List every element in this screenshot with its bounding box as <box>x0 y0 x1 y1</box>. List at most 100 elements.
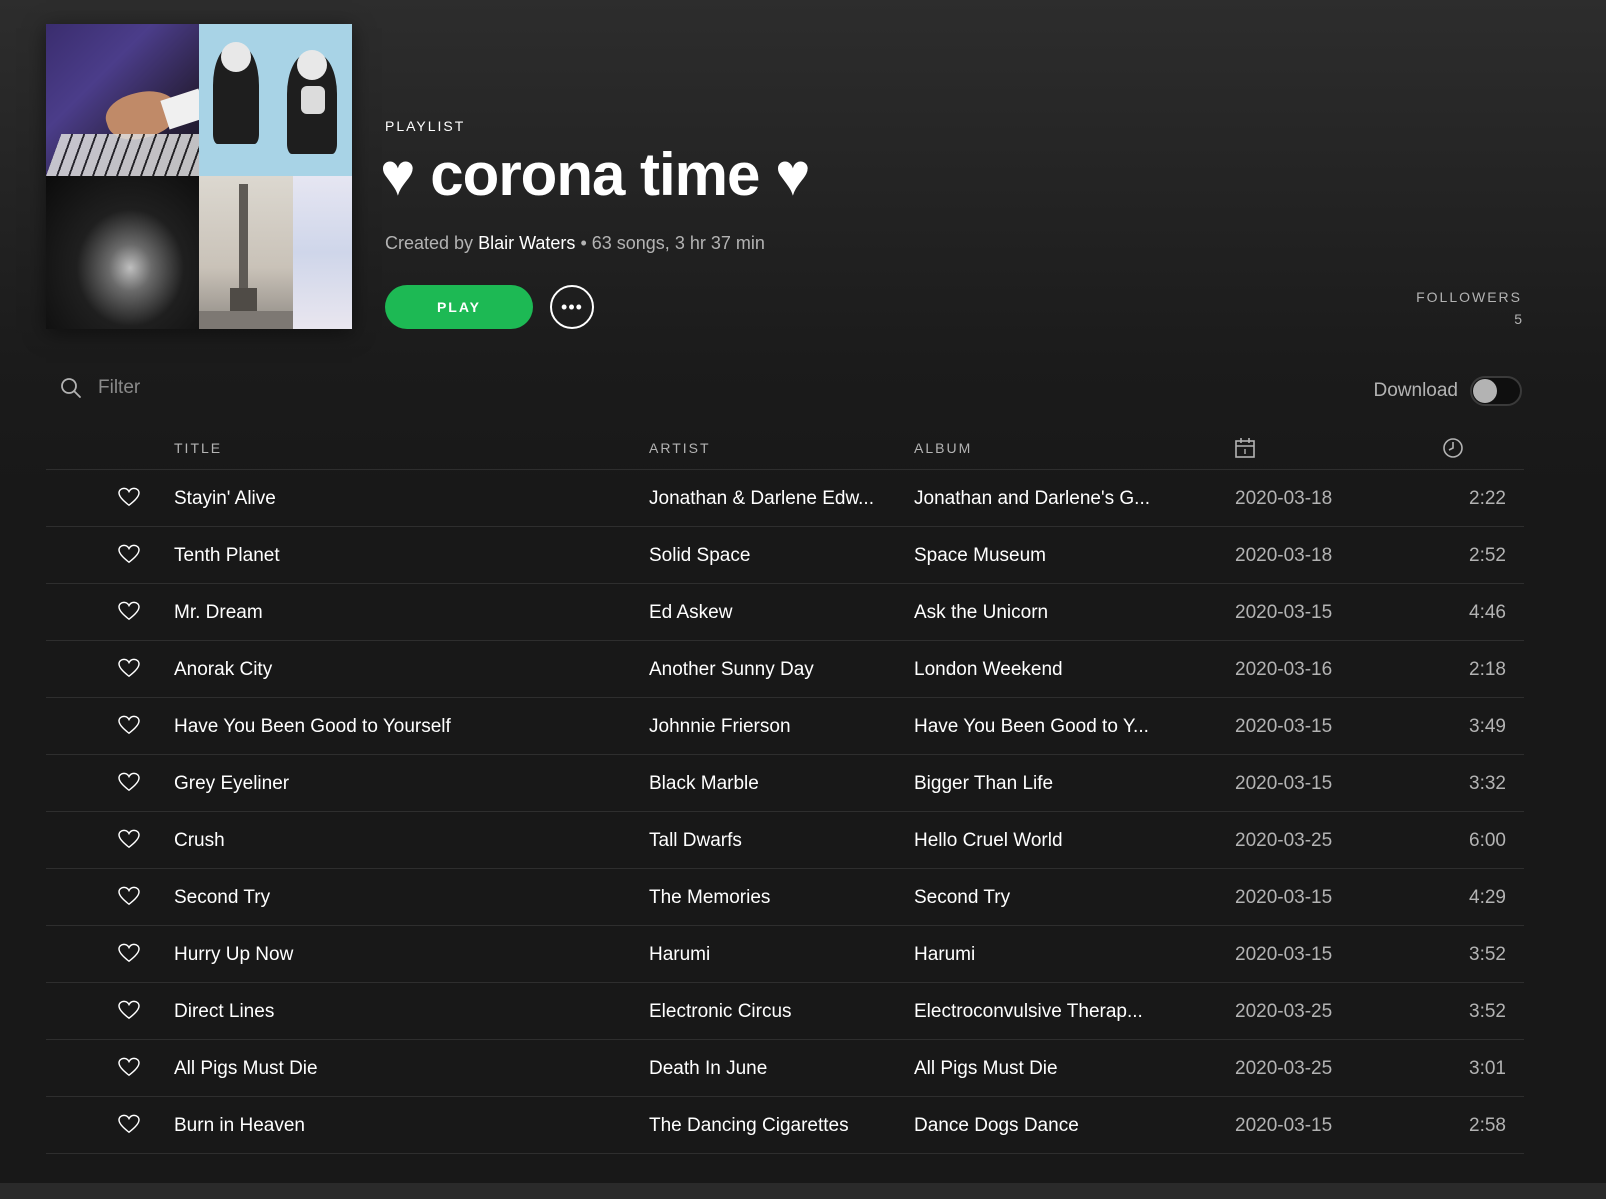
track-artist[interactable]: Jonathan & Darlene Edw... <box>649 488 894 510</box>
table-row[interactable]: Anorak City Another Sunny Day London Weeke… <box>46 641 1524 698</box>
track-date-added: 2020-03-15 <box>1235 1115 1333 1136</box>
table-row[interactable]: Burn in Heaven The Dancing Cigarettes Danc… <box>46 1097 1524 1154</box>
track-date-added: 2020-03-15 <box>1235 602 1333 623</box>
heart-icon[interactable] <box>118 886 140 906</box>
cover-tile-ed-askew <box>46 176 199 329</box>
track-artist[interactable]: Solid Space <box>649 545 894 567</box>
track-duration: 2:58 <box>1469 1115 1506 1136</box>
track-album[interactable]: London Weekend <box>914 659 1169 681</box>
track-album[interactable]: Dance Dogs Dance <box>914 1115 1169 1137</box>
table-row[interactable]: Stayin' Alive Jonathan & Darlene Edw... Jo… <box>46 470 1524 527</box>
track-artist[interactable]: Black Marble <box>649 773 894 795</box>
heart-icon[interactable] <box>118 772 140 792</box>
track-album[interactable]: Bigger Than Life <box>914 773 1169 795</box>
track-album[interactable]: Hello Cruel World <box>914 830 1169 852</box>
track-album[interactable]: Harumi <box>914 944 1169 966</box>
table-header: TITLE ARTIST ALBUM <box>46 430 1524 470</box>
track-album[interactable]: Jonathan and Darlene's G... <box>914 488 1169 510</box>
track-title: Tenth Planet <box>174 545 280 566</box>
table-row[interactable]: Have You Been Good to Yourself Johnnie Fr… <box>46 698 1524 755</box>
track-date-added: 2020-03-18 <box>1235 545 1333 566</box>
track-album[interactable]: Space Museum <box>914 545 1169 567</box>
column-header-title[interactable]: TITLE <box>174 440 222 456</box>
table-row[interactable]: All Pigs Must Die Death In June All Pigs M… <box>46 1040 1524 1097</box>
track-artist[interactable]: Electronic Circus <box>649 1001 894 1023</box>
table-row[interactable]: Direct Lines Electronic Circus Electroconv… <box>46 983 1524 1040</box>
heart-icon[interactable] <box>118 829 140 849</box>
heart-icon[interactable] <box>118 544 140 564</box>
heart-icon[interactable] <box>118 715 140 735</box>
track-date-added: 2020-03-16 <box>1235 659 1333 680</box>
cover-tile-greatest-hits <box>46 24 199 176</box>
followers-label: FOLLOWERS <box>1416 289 1522 305</box>
table-row[interactable]: Grey Eyeliner Black Marble Bigger Than Lif… <box>46 755 1524 812</box>
table-row[interactable]: Hurry Up Now Harumi Harumi 2020-03-15 3:52 <box>46 926 1524 983</box>
track-list: Stayin' Alive Jonathan & Darlene Edw... Jo… <box>46 470 1524 1154</box>
download-toggle[interactable] <box>1470 376 1522 406</box>
track-artist[interactable]: Johnnie Frierson <box>649 716 894 738</box>
download-label: Download <box>1373 380 1459 401</box>
track-duration: 4:29 <box>1469 887 1506 908</box>
column-header-album[interactable]: ALBUM <box>914 440 972 456</box>
playlist-page: PLAYLIST ♥ corona time ♥ Created by Blai… <box>0 0 1606 1199</box>
track-duration: 3:49 <box>1469 716 1506 737</box>
track-title: Hurry Up Now <box>174 944 294 965</box>
track-date-added: 2020-03-25 <box>1235 1058 1333 1079</box>
track-album[interactable]: Ask the Unicorn <box>914 602 1169 624</box>
more-options-button[interactable]: ••• <box>550 285 594 329</box>
track-artist[interactable]: The Dancing Cigarettes <box>649 1115 894 1137</box>
heart-icon[interactable] <box>118 943 140 963</box>
calendar-icon[interactable] <box>1234 437 1256 459</box>
track-date-added: 2020-03-15 <box>1235 887 1333 908</box>
heart-icon[interactable] <box>118 658 140 678</box>
column-header-artist[interactable]: ARTIST <box>649 440 711 456</box>
table-row[interactable]: Crush Tall Dwarfs Hello Cruel World 2020-03… <box>46 812 1524 869</box>
heart-icon[interactable] <box>118 1000 140 1020</box>
track-title: Grey Eyeliner <box>174 773 290 794</box>
track-title: Anorak City <box>174 659 273 680</box>
filter-input[interactable] <box>96 376 400 400</box>
track-album[interactable]: All Pigs Must Die <box>914 1058 1169 1080</box>
playlist-meta: Created by Blair Waters • 63 songs, 3 hr… <box>385 233 765 254</box>
track-artist[interactable]: Death In June <box>649 1058 894 1080</box>
bottom-bar <box>0 1183 1606 1199</box>
track-date-added: 2020-03-15 <box>1235 944 1333 965</box>
table-row[interactable]: Mr. Dream Ed Askew Ask the Unicorn 2020-03-… <box>46 584 1524 641</box>
owner-link[interactable]: Blair Waters <box>478 233 575 253</box>
track-date-added: 2020-03-15 <box>1235 716 1333 737</box>
track-title: Direct Lines <box>174 1001 275 1022</box>
heart-icon[interactable] <box>118 1057 140 1077</box>
playlist-stats: • 63 songs, 3 hr 37 min <box>580 233 765 253</box>
track-artist[interactable]: Tall Dwarfs <box>649 830 894 852</box>
track-date-added: 2020-03-25 <box>1235 830 1333 851</box>
track-artist[interactable]: The Memories <box>649 887 894 909</box>
followers-count: 5 <box>1514 311 1522 327</box>
table-row[interactable]: Second Try The Memories Second Try 2020-03-… <box>46 869 1524 926</box>
track-title: Mr. Dream <box>174 602 263 623</box>
track-artist[interactable]: Harumi <box>649 944 894 966</box>
track-duration: 3:32 <box>1469 773 1506 794</box>
heart-icon[interactable] <box>118 601 140 621</box>
track-artist[interactable]: Ed Askew <box>649 602 894 624</box>
search-icon <box>61 378 81 398</box>
track-artist[interactable]: Another Sunny Day <box>649 659 894 681</box>
track-table: TITLE ARTIST ALBUM Stayin' Alive Jonathan… <box>46 430 1524 1154</box>
track-date-added: 2020-03-18 <box>1235 488 1333 509</box>
table-row[interactable]: Tenth Planet Solid Space Space Museum 2020-… <box>46 527 1524 584</box>
track-title: Burn in Heaven <box>174 1115 305 1136</box>
track-date-added: 2020-03-25 <box>1235 1001 1333 1022</box>
track-album[interactable]: Second Try <box>914 887 1169 909</box>
created-by-label: Created by <box>385 233 474 253</box>
track-album[interactable]: Electroconvulsive Therap... <box>914 1001 1169 1023</box>
heart-icon[interactable] <box>118 487 140 507</box>
track-album[interactable]: Have You Been Good to Y... <box>914 716 1169 738</box>
clock-icon[interactable] <box>1442 437 1464 459</box>
playlist-cover <box>46 24 352 329</box>
playlist-title: ♥ corona time ♥ <box>380 141 811 208</box>
download-control: Download <box>1373 376 1522 406</box>
track-title: Crush <box>174 830 225 851</box>
cover-tile-solid-space <box>199 24 352 176</box>
play-button[interactable]: PLAY <box>385 285 533 329</box>
heart-icon[interactable] <box>118 1114 140 1134</box>
track-duration: 3:01 <box>1469 1058 1506 1079</box>
